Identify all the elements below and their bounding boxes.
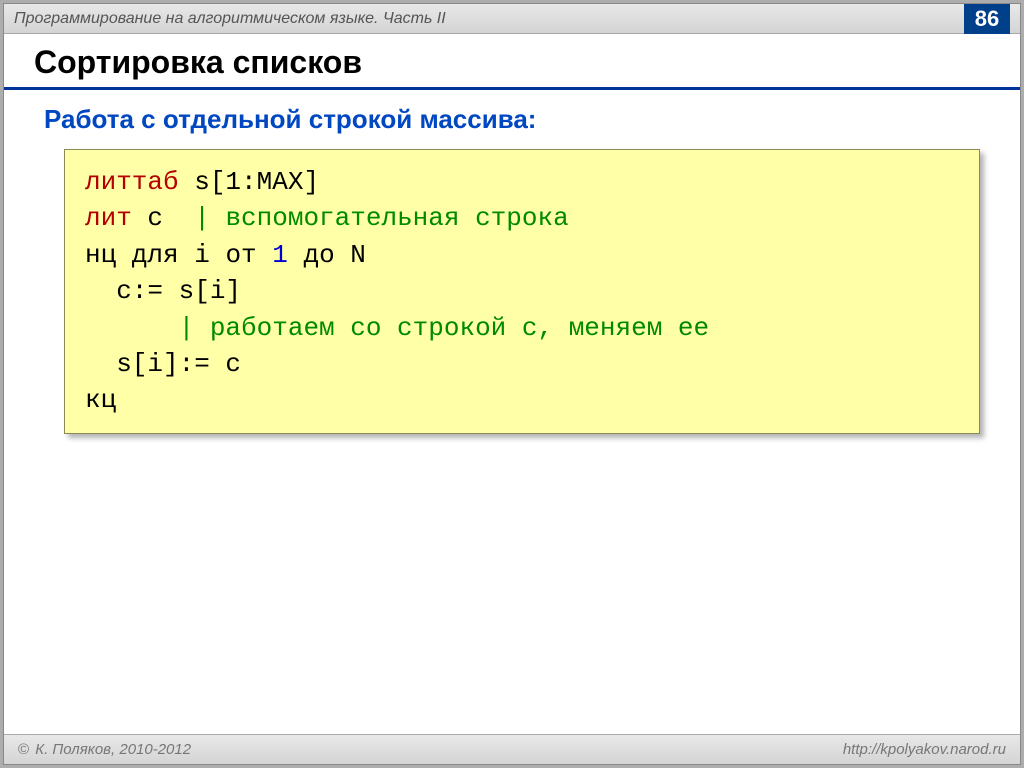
code-text: s[i]:= c [85, 349, 241, 379]
code-comment: | работаем со строкой c, меняем ее [179, 313, 710, 343]
code-text: нц для [85, 240, 179, 270]
code-text: от [225, 240, 256, 270]
slide-content: Сортировка списков Работа с отдельной ст… [4, 34, 1020, 734]
copyright-text: К. Поляков, 2010-2012 [31, 741, 191, 758]
footer-url: http://kpolyakov.narod.ru [843, 741, 1006, 758]
code-keyword: лит [85, 203, 132, 233]
code-text: кц [85, 385, 116, 415]
code-text: s[1:MAX] [179, 167, 319, 197]
header-title: Программирование на алгоритмическом язык… [14, 10, 446, 28]
code-text: до [303, 240, 334, 270]
code-block: литтаб s[1:MAX] лит c | вспомогательная … [64, 149, 980, 434]
code-comment: | вспомогательная строка [194, 203, 568, 233]
code-text: N [335, 240, 366, 270]
code-wrapper: литтаб s[1:MAX] лит c | вспомогательная … [4, 149, 1020, 434]
footer-copyright: © К. Поляков, 2010-2012 [18, 741, 191, 758]
code-text: c:= s[i] [85, 276, 241, 306]
copyright-symbol-icon: © [18, 741, 29, 758]
slide-title: Сортировка списков [4, 44, 1020, 90]
header-bar: Программирование на алгоритмическом язык… [4, 4, 1020, 34]
page-number: 86 [964, 4, 1010, 34]
code-keyword: литтаб [85, 167, 179, 197]
code-text: i [179, 240, 226, 270]
footer-bar: © К. Поляков, 2010-2012 http://kpolyakov… [4, 734, 1020, 764]
slide-subtitle: Работа с отдельной строкой массива: [4, 104, 1020, 135]
code-number: 1 [257, 240, 304, 270]
code-text: c [132, 203, 194, 233]
code-text [85, 313, 179, 343]
slide-page: Программирование на алгоритмическом язык… [3, 3, 1021, 765]
